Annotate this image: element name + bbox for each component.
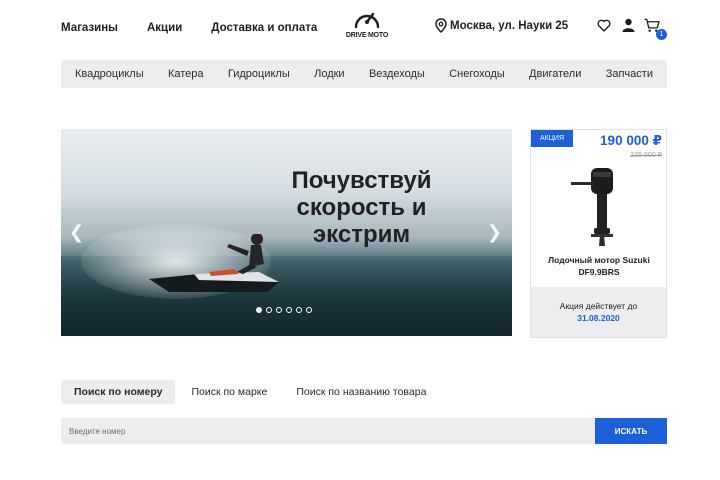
hero-line-3: экстрим — [312, 221, 411, 248]
slide-dot[interactable] — [296, 307, 302, 313]
hero-line-2: скорость и — [296, 194, 427, 221]
cart-count-badge: 1 — [656, 29, 667, 40]
promo-footer: Акция действует до 31.08.2020 — [531, 287, 666, 337]
promo-product-name[interactable]: Лодочный мотор Suzuki DF9.9BRS — [537, 254, 661, 278]
outboard-motor-image — [571, 168, 613, 246]
promo-valid-text: Акция действует до — [559, 301, 638, 311]
slide-dot[interactable] — [276, 307, 282, 313]
search-input[interactable] — [61, 418, 595, 444]
search-row: ИСКАТЬ — [61, 418, 667, 444]
chevron-right-icon[interactable]: ❯ — [487, 222, 502, 243]
heart-icon[interactable] — [596, 17, 612, 33]
header-icons: 1 — [596, 17, 667, 40]
search-button[interactable]: ИСКАТЬ — [595, 418, 667, 444]
category-snowmobiles[interactable]: Снегоходы — [449, 68, 504, 80]
category-boats[interactable]: Лодки — [314, 68, 344, 80]
category-all-terrain[interactable]: Вездеходы — [369, 68, 425, 80]
tab-search-by-name[interactable]: Поиск по названию товара — [283, 380, 439, 404]
hero-headline: Почувствуй скорость и экстрим — [259, 167, 464, 248]
category-jet-skis[interactable]: Гидроциклы — [228, 68, 290, 80]
slide-dot[interactable] — [256, 307, 262, 313]
category-nav: Квадроциклы Катера Гидроциклы Лодки Везд… — [61, 60, 667, 88]
slide-dot[interactable] — [266, 307, 272, 313]
tab-search-by-brand[interactable]: Поиск по марке — [178, 380, 280, 404]
category-atvs[interactable]: Квадроциклы — [75, 68, 144, 80]
store-address[interactable]: Москва, ул. Науки 25 — [435, 18, 568, 33]
hero-banner[interactable]: Почувствуй скорость и экстрим ❮ ❯ — [61, 129, 512, 336]
logo-text: DRIVE MOTO — [345, 32, 389, 39]
tab-search-by-number[interactable]: Поиск по номеру — [61, 380, 176, 404]
top-link-delivery[interactable]: Доставка и оплата — [211, 22, 317, 34]
hero-line-1: Почувствуй — [291, 167, 432, 194]
category-engines[interactable]: Двигатели — [529, 68, 581, 80]
category-parts[interactable]: Запчасти — [606, 68, 653, 80]
promo-price: 190 000 ₽ — [600, 133, 662, 148]
user-icon[interactable] — [620, 17, 636, 33]
logo[interactable]: DRIVE MOTO — [345, 7, 389, 39]
address-text: Москва, ул. Науки 25 — [450, 19, 569, 32]
top-link-promotions[interactable]: Акции — [147, 22, 182, 34]
top-links: Магазины Акции Доставка и оплата — [61, 22, 317, 34]
promo-old-price: 225 000 ₽ — [630, 152, 662, 159]
search-tabs: Поиск по номеру Поиск по марке Поиск по … — [61, 380, 439, 404]
slide-dot[interactable] — [306, 307, 312, 313]
hero-slide-dots — [256, 307, 312, 313]
top-link-stores[interactable]: Магазины — [61, 22, 118, 34]
slide-dot[interactable] — [286, 307, 292, 313]
promo-badge: АКЦИЯ — [531, 130, 574, 147]
cart-icon[interactable]: 1 — [644, 17, 667, 40]
promo-card[interactable]: АКЦИЯ 190 000 ₽ 225 000 ₽ Лодочный мотор… — [530, 129, 667, 338]
chevron-left-icon[interactable]: ❮ — [69, 222, 84, 243]
category-boats-motor[interactable]: Катера — [168, 68, 204, 80]
location-pin-icon — [435, 18, 447, 33]
promo-valid-date: 31.08.2020 — [577, 313, 620, 323]
speedometer-icon — [354, 12, 380, 29]
